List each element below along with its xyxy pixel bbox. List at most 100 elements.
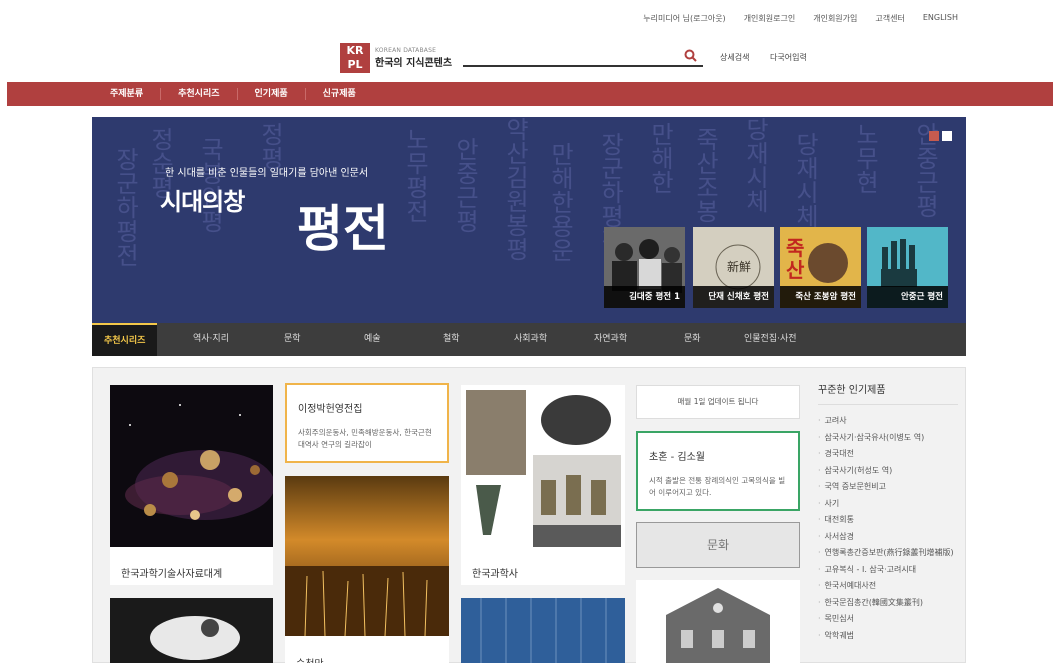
tab-literature[interactable]: 문학 [284, 323, 301, 356]
culture-category-button[interactable]: 문화 [636, 522, 800, 568]
card-title: 초혼 - 김소월 [649, 452, 705, 463]
hero-dot-2[interactable] [942, 131, 952, 141]
hero-background-calligraphy: 약산김원봉평 [501, 117, 529, 261]
nav-subject-category[interactable]: 주제분류 [110, 88, 162, 100]
tab-natural-science[interactable]: 자연과학 [594, 323, 627, 356]
culture-label: 문화 [706, 538, 730, 552]
svg-text:죽: 죽 [786, 236, 804, 260]
hero-background-calligraphy: 죽산조봉 [691, 127, 719, 223]
product-card-korean-science-history[interactable]: 한국과학사 [461, 385, 625, 585]
card-title: 순천만 [285, 655, 449, 663]
tab-biography-dictionary[interactable]: 인물전집·사전 [744, 323, 797, 356]
card-description: 사회주의운동사, 민족해방운동사, 한국근현대역사 연구의 길라잡이 [298, 428, 432, 449]
search-icon[interactable] [684, 49, 697, 62]
tab-social-science[interactable]: 사회과학 [514, 323, 547, 356]
sidebar-item[interactable]: 국역 증보문헌비고 [818, 479, 958, 496]
tab-culture[interactable]: 문화 [684, 323, 701, 356]
product-card-classical-documents[interactable] [461, 598, 625, 663]
hero-background-calligraphy: 당재시체 [791, 132, 819, 228]
user-logout-link[interactable]: 누리미디어 님(로그아웃) [643, 13, 725, 24]
sidebar-item[interactable]: 악학궤범 [818, 628, 958, 645]
hero-background-calligraphy: 정평 [256, 122, 284, 170]
sidebar-item[interactable]: 목민심서 [818, 611, 958, 628]
sidebar-item[interactable]: 사서삼경 [818, 529, 958, 546]
popular-products-sidebar: 꾸준한 인기제품 고려사 삼국사기·삼국유사(이병도 역) 경국대전 삼국사기(… [818, 381, 958, 644]
card-description: 시적 출발은 전통 장례의식인 고복의식을 빌어 이루어지고 있다. [649, 476, 786, 497]
product-card-building[interactable] [636, 580, 800, 663]
nav-popular-products[interactable]: 인기제품 [238, 88, 306, 100]
hero-thumb-jo-bongam[interactable]: 죽 산 죽산 조봉암 평전 [780, 227, 861, 308]
sidebar-item[interactable]: 대전회통 [818, 512, 958, 529]
hero-background-calligraphy: 만해한용운 [546, 142, 574, 262]
tab-art[interactable]: 예술 [364, 323, 381, 356]
hero-background-calligraphy: 노무평전 [401, 127, 429, 223]
search-box [463, 47, 703, 69]
artifacts-image [461, 385, 625, 547]
product-card-science-tech-history[interactable]: 한국과학기술사자료대계 [110, 385, 273, 585]
sidebar-item[interactable]: 고려사 [818, 413, 958, 430]
hero-background-calligraphy: 만해한 [646, 122, 674, 194]
logo-mark: KR PL [340, 43, 370, 73]
hero-background-calligraphy: 당재시체 [741, 117, 769, 213]
sidebar-item[interactable]: 삼국사기(허성도 역) [818, 463, 958, 480]
tab-philosophy[interactable]: 철학 [443, 323, 460, 356]
sidebar-item[interactable]: 경국대전 [818, 446, 958, 463]
reed-field-image [285, 476, 449, 637]
advanced-search-link[interactable]: 상세검색 [720, 52, 749, 63]
card-title: 이정박헌영전집 [298, 404, 363, 415]
product-card-dance[interactable] [110, 598, 273, 663]
top-bar: 누리미디어 님(로그아웃) 개인회원로그인 개인회원가입 고객센터 ENGLIS… [0, 0, 1053, 40]
sidebar-item[interactable]: 한국서예대사전 [818, 578, 958, 595]
logo-title: 한국의 지식콘텐츠 [375, 58, 453, 69]
svg-text:新鮮: 新鮮 [727, 259, 751, 274]
tab-recommended-series[interactable]: 추천시리즈 [92, 323, 158, 356]
hero-title: 평전 [297, 200, 389, 258]
update-notice-text: 매월 1일 업데이트 됩니다 [677, 397, 759, 406]
site-logo[interactable]: KR PL KOREAN DATABASE 한국의 지식콘텐츠 [340, 43, 452, 73]
thumb-caption: 죽산 조봉암 평전 [780, 286, 861, 308]
logo-subtitle: KOREAN DATABASE [375, 47, 437, 54]
svg-text:산: 산 [786, 258, 805, 282]
product-card-suncheonman[interactable]: 순천만 [285, 476, 449, 663]
card-title: 한국과학사 [472, 569, 518, 580]
personal-login-link[interactable]: 개인회원로그인 [744, 13, 796, 24]
category-tabs: 추천시리즈 역사·지리 문학 예술 철학 사회과학 자연과학 문화 인물전집·사… [92, 323, 966, 356]
hero-pagination [929, 131, 952, 141]
dancer-image [110, 598, 273, 663]
product-card-park-heonyeong[interactable]: 이정박헌영전집 사회주의운동사, 민족해방운동사, 한국근현대역사 연구의 길라… [285, 383, 449, 463]
hero-brand: 시대의창 [160, 188, 245, 216]
sidebar-item[interactable]: 연행록총간증보판(燕行錄叢刊增補版) [818, 545, 958, 562]
hero-thumb-kim-daejung[interactable]: 김대중 평전 1 [604, 227, 685, 308]
logo-text: KOREAN DATABASE 한국의 지식콘텐츠 [375, 47, 452, 69]
nav-recommended-series[interactable]: 추천시리즈 [161, 88, 238, 100]
nav-new-products[interactable]: 신규제품 [306, 88, 373, 100]
space-image [110, 385, 273, 547]
hero-banner[interactable]: 장군하평전 정순평 국봉암평 정평 노무평전 안중근평 약산김원봉평 만해한용운… [92, 117, 966, 323]
thumb-caption: 단재 신채호 평전 [693, 286, 774, 308]
hero-thumb-ahn-junggeun[interactable]: 안중근 평전 [867, 227, 948, 308]
document-image [461, 598, 625, 663]
sidebar-item[interactable]: 사기 [818, 496, 958, 513]
customer-center-link[interactable]: 고객센터 [875, 13, 904, 24]
hero-subtitle: 한 시대를 비춘 인물들의 일대기를 담아낸 인문서 [165, 168, 369, 179]
hero-thumb-shin-chaeho[interactable]: 新鮮 단재 신채호 평전 [693, 227, 774, 308]
personal-signup-link[interactable]: 개인회원가입 [813, 13, 857, 24]
card-title: 한국과학기술사자료대계 [121, 569, 223, 580]
main-nav: 주제분류 추천시리즈 인기제품 신규제품 [7, 82, 1053, 106]
multi-language-input-link[interactable]: 다국어입력 [770, 52, 807, 63]
sidebar-item[interactable]: 한국문집총간(韓國文集叢刊) [818, 595, 958, 612]
sidebar-item[interactable]: 고유복식 - Ⅰ. 삼국·고려시대 [818, 562, 958, 579]
sidebar-item[interactable]: 삼국사기·삼국유사(이병도 역) [818, 430, 958, 447]
english-link[interactable]: ENGLISH [923, 13, 958, 24]
building-image [636, 580, 800, 663]
search-input[interactable] [463, 50, 678, 69]
tab-history-geography[interactable]: 역사·지리 [193, 323, 229, 356]
thumb-caption: 안중근 평전 [867, 286, 948, 308]
hero-background-calligraphy: 노무현 [851, 122, 879, 194]
sidebar-title: 꾸준한 인기제품 [818, 381, 958, 405]
hero-background-calligraphy: 장군하평전 [111, 147, 139, 267]
product-card-chohon[interactable]: 초혼 - 김소월 시적 출발은 전통 장례의식인 고복의식을 빌어 이루어지고 … [636, 431, 800, 511]
hero-dot-1[interactable] [929, 131, 939, 141]
update-notice: 매월 1일 업데이트 됩니다 [636, 385, 800, 419]
top-links: 누리미디어 님(로그아웃) 개인회원로그인 개인회원가입 고객센터 ENGLIS… [643, 13, 958, 24]
